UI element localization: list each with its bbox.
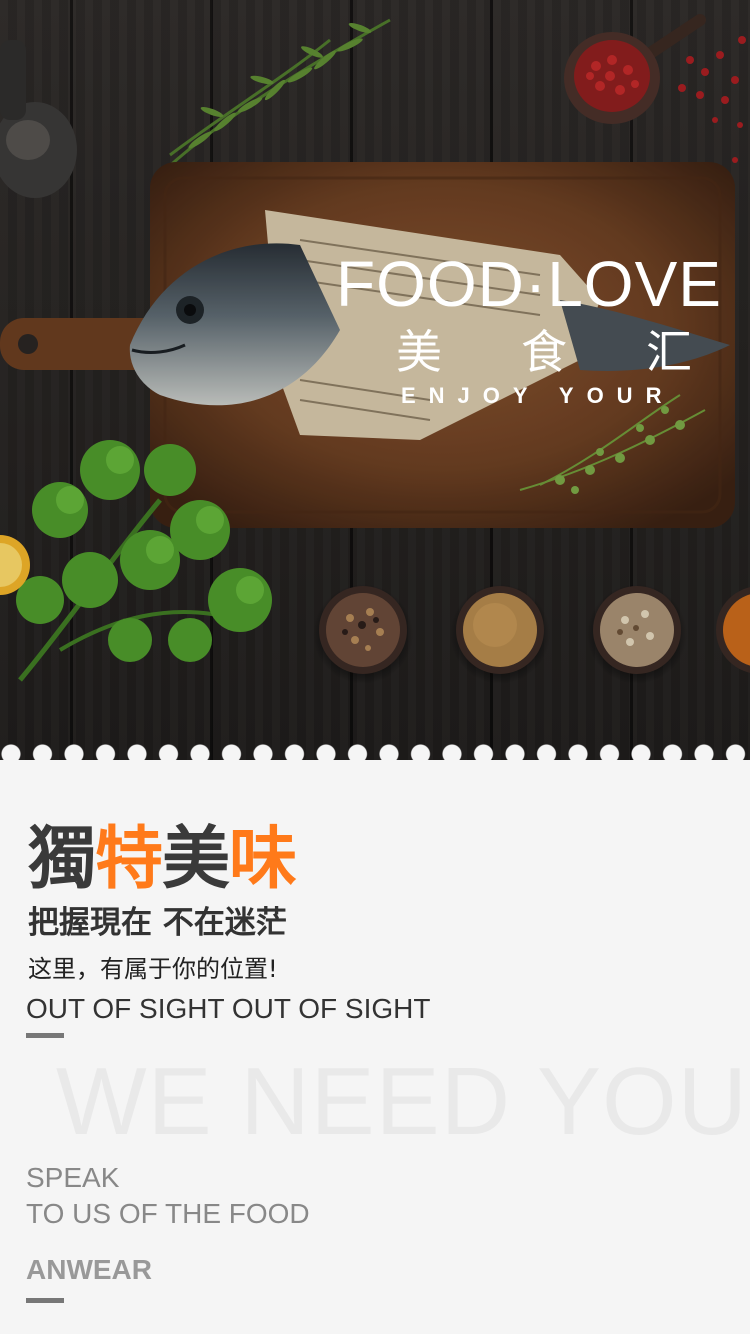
hero-title: FOOD·LOVE [336, 248, 722, 320]
poster-page: FOOD·LOVE 美食汇 ENJOY YOUR 獨特美味 把握現在 不在迷茫 … [0, 0, 750, 1334]
headline: 獨特美味 [28, 820, 297, 900]
hero-photo: FOOD·LOVE 美 食 汇 ENJOY YOUR [0, 0, 750, 760]
speak-text: SPEAK TO US OF THE FOOD [26, 1160, 310, 1232]
english-line: OUT OF SIGHT OUT OF SIGHT [26, 993, 431, 1024]
hero-chinese-title: 美食汇 [396, 322, 696, 382]
watermark-text: WE NEED YOU [56, 1048, 748, 1155]
hero-chinese-char: 食 [521, 325, 567, 379]
speak-line: TO US OF THE FOOD [26, 1198, 310, 1229]
signature-text: ANWEAR [26, 1254, 152, 1285]
subheading: 把握現在 不在迷茫 [28, 905, 287, 941]
headline-char: 獨 [28, 820, 96, 899]
divider-bar [26, 1033, 64, 1038]
tagline: 这里，有属于你的位置! [28, 955, 278, 983]
hero-chinese-char: 美 [396, 325, 442, 379]
headline-char: 美 [162, 820, 230, 899]
headline-char: 味 [229, 820, 297, 899]
hero-subtitle: ENJOY YOUR [401, 383, 675, 408]
headline-char: 特 [95, 820, 163, 899]
hero-chinese-char: 汇 [646, 325, 692, 379]
divider-bar [26, 1298, 64, 1303]
speak-line: SPEAK [26, 1162, 120, 1193]
